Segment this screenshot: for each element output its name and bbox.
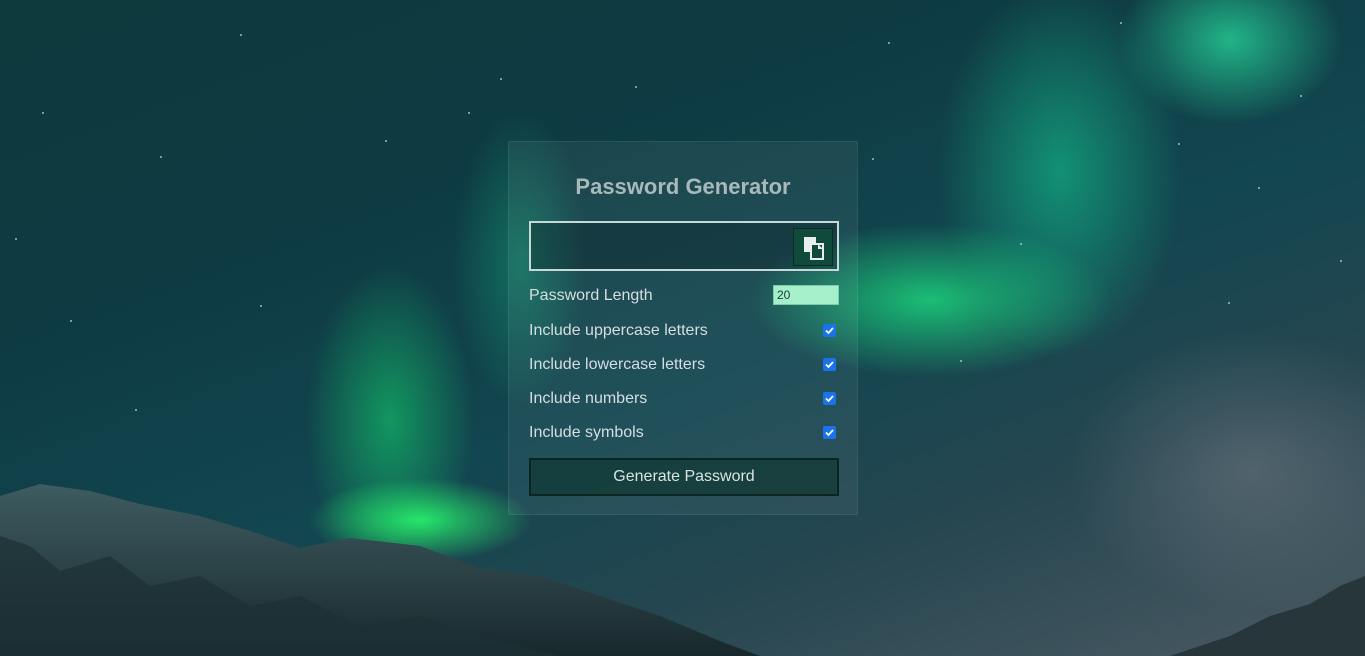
password-length-row: Password Length 20 [529,285,839,307]
password-output-box [529,221,839,271]
numbers-option-row: Include numbers [529,388,839,410]
password-length-input[interactable]: 20 [773,285,839,305]
page-title: Password Generator [575,174,791,199]
copy-button[interactable] [793,228,833,266]
uppercase-option-row: Include uppercase letters [529,320,839,342]
lowercase-option-label: Include lowercase letters [529,356,706,373]
symbols-option-row: Include symbols [529,422,839,444]
lowercase-checkbox[interactable] [823,358,836,371]
symbols-option-label: Include symbols [529,424,644,441]
checkmark-icon [825,429,834,437]
generate-password-button[interactable]: Generate Password [529,458,839,496]
numbers-option-label: Include numbers [529,390,648,407]
password-generator-card: Password Generator Password Length 20 In… [508,141,858,515]
uppercase-checkbox[interactable] [823,324,836,337]
checkmark-icon [825,395,834,403]
password-output[interactable] [539,237,783,259]
password-length-label: Password Length [529,287,653,304]
symbols-checkbox[interactable] [823,426,836,439]
checkmark-icon [825,361,834,369]
numbers-checkbox[interactable] [823,392,836,405]
clipboard-copy-icon [804,237,824,260]
checkmark-icon [825,327,834,335]
lowercase-option-row: Include lowercase letters [529,354,839,376]
uppercase-option-label: Include uppercase letters [529,322,708,339]
